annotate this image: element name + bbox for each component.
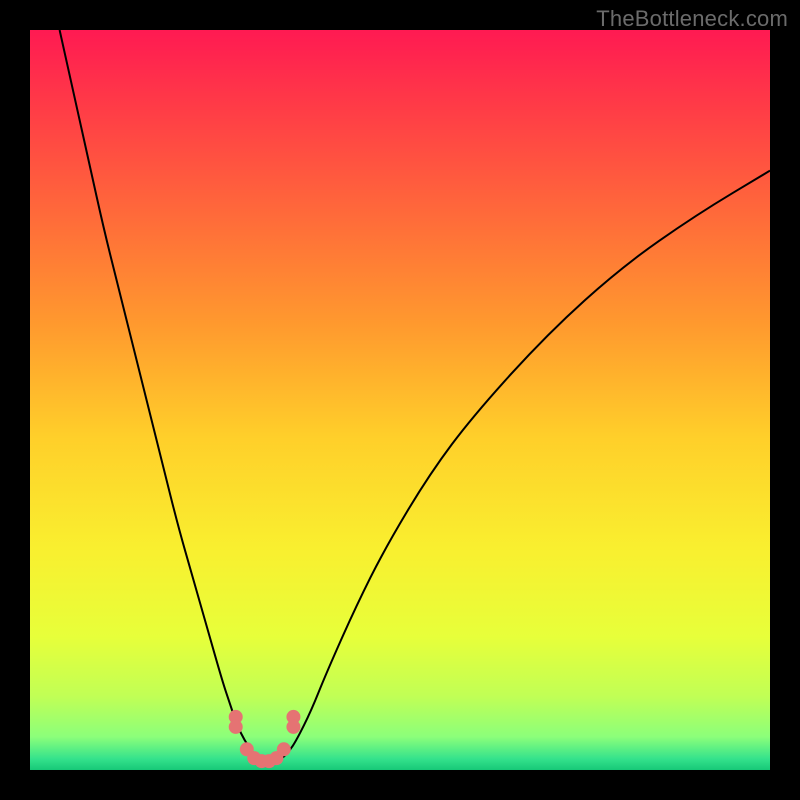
gradient-background: [30, 30, 770, 770]
curve-marker: [286, 720, 300, 734]
bottleneck-chart: [30, 30, 770, 770]
curve-marker: [277, 742, 291, 756]
curve-marker: [229, 720, 243, 734]
chart-frame: [30, 30, 770, 770]
watermark-text: TheBottleneck.com: [596, 6, 788, 32]
